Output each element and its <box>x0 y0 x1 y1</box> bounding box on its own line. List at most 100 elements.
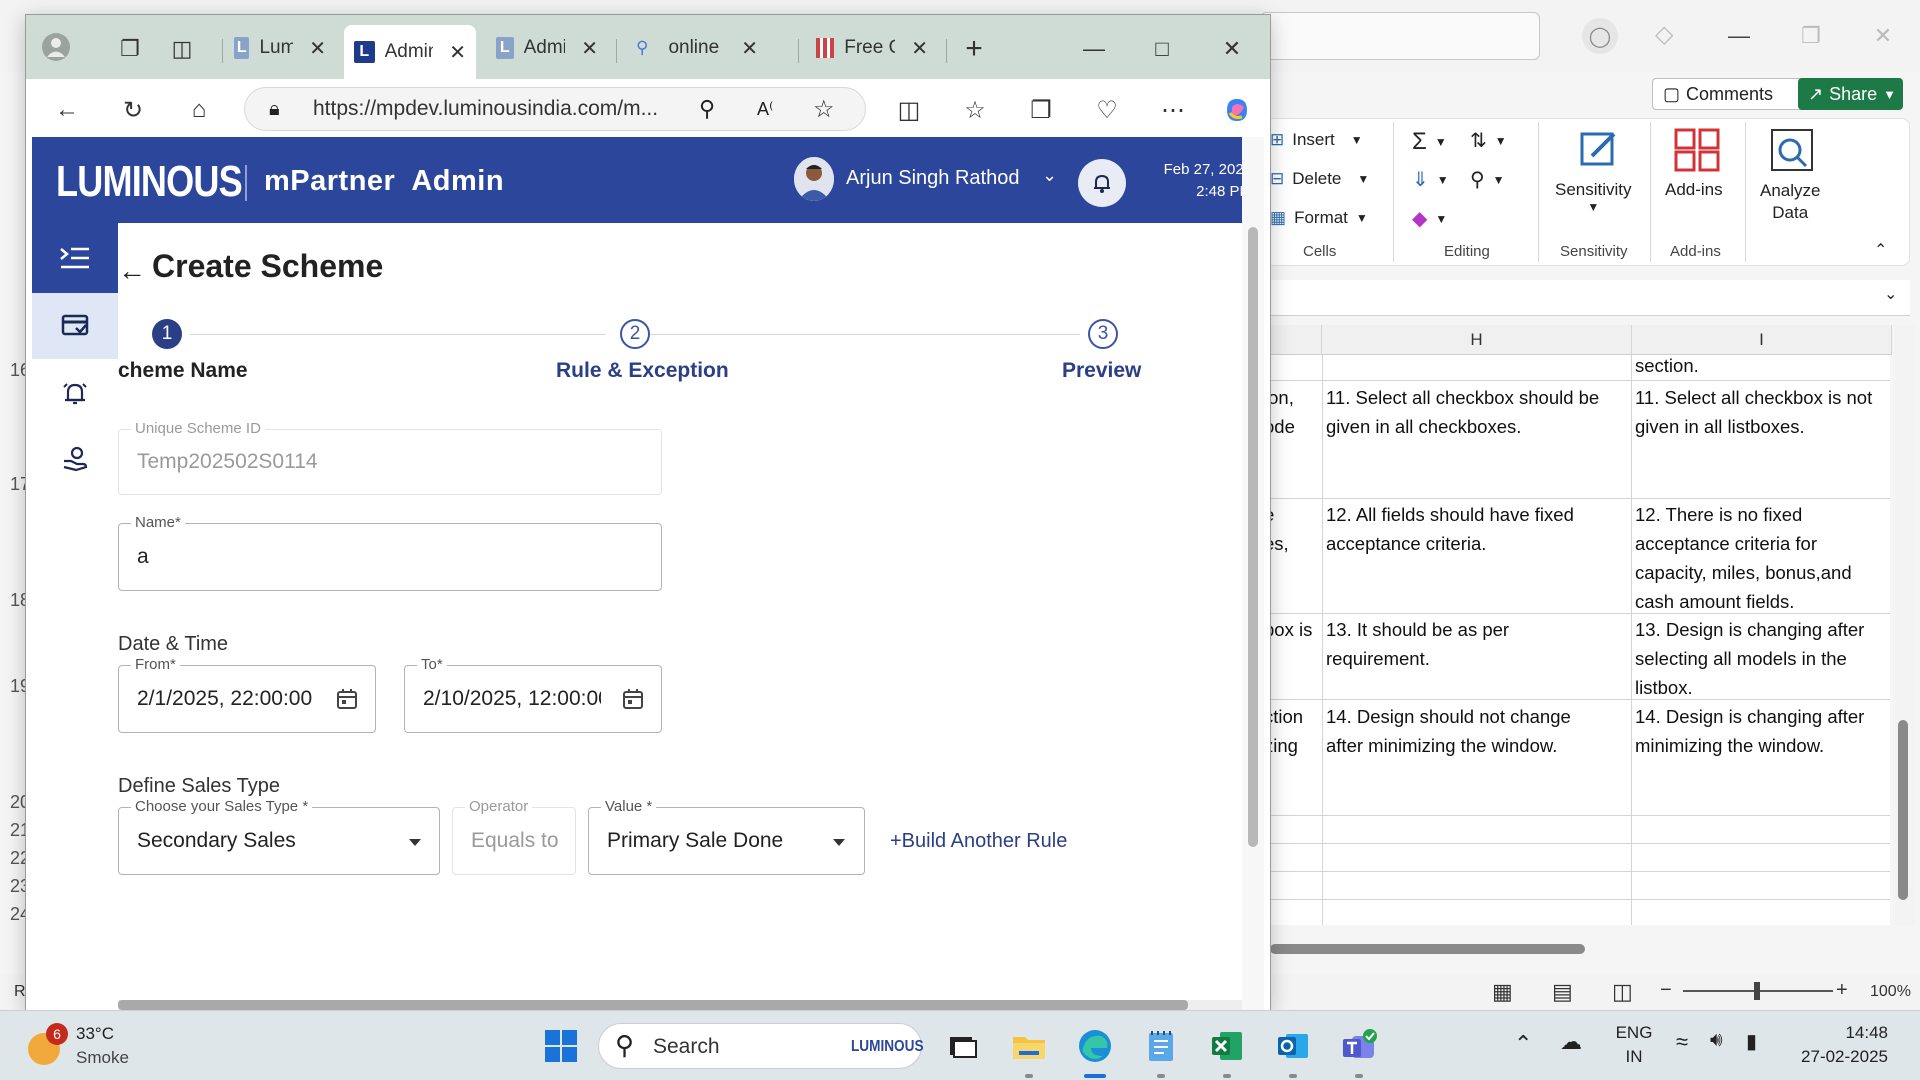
collapse-ribbon-icon[interactable]: ⌃ <box>1874 240 1887 260</box>
table-cell[interactable]: 11. Select all checkbox should be given … <box>1326 383 1628 441</box>
table-cell[interactable]: 14. Design is changing after minimizing … <box>1635 702 1890 760</box>
sidebar-item-payouts[interactable] <box>32 426 118 492</box>
weather-condition[interactable]: Smoke <box>76 1048 129 1068</box>
sensitivity-button[interactable]: Sensitivity ▼ <box>1555 180 1632 214</box>
clock-time[interactable]: 14:48 <box>1798 1023 1888 1043</box>
tab-lumin[interactable]: L Lumin ✕ <box>224 27 336 69</box>
home-icon[interactable]: ⌂ <box>182 93 216 127</box>
task-view-icon[interactable] <box>942 1025 984 1067</box>
account-icon[interactable]: ◯ <box>1582 18 1618 54</box>
analyze-data-button[interactable]: Analyze Data <box>1760 180 1820 224</box>
edge-browser-icon[interactable] <box>1074 1025 1116 1067</box>
taskbar-search-box[interactable]: ⚲ Search LUMINOUS <box>598 1023 924 1069</box>
value-selected[interactable]: Primary Sale Done <box>607 829 783 853</box>
close-tab-icon[interactable]: ✕ <box>741 36 758 61</box>
teams-icon[interactable] <box>1338 1025 1380 1067</box>
addins-button[interactable]: Add-ins <box>1665 180 1723 200</box>
favorites-icon[interactable]: ☆ <box>958 93 992 127</box>
start-button[interactable] <box>540 1025 582 1067</box>
lock-icon[interactable]: 🔒︎ <box>269 98 280 121</box>
format-cells-button[interactable]: ▦ Format ▼ <box>1270 208 1368 228</box>
copilot-icon[interactable] <box>1220 93 1254 127</box>
chevron-down-icon[interactable]: ⌄ <box>1042 165 1057 186</box>
table-cell[interactable]: 13. It should be as per requirement. <box>1326 615 1628 673</box>
page-break-icon[interactable]: ◫ <box>1612 979 1633 1005</box>
close-icon[interactable]: ✕ <box>1858 14 1908 58</box>
table-cell[interactable]: 14. Design should not change after minim… <box>1326 702 1628 760</box>
vertical-tabs-icon[interactable]: ◫ <box>166 33 198 65</box>
address-bar[interactable]: 🔒︎ https://mpdev.luminousindia.com/m... … <box>244 87 866 131</box>
calendar-icon[interactable] <box>621 687 645 711</box>
fill-button[interactable]: ⇓ ▼ <box>1412 167 1449 192</box>
notification-bell-button[interactable] <box>1078 159 1126 207</box>
close-tab-icon[interactable]: ✕ <box>911 36 928 61</box>
url-text[interactable]: https://mpdev.luminousindia.com/m... <box>313 97 658 121</box>
clear-button[interactable]: ◆ ▼ <box>1412 206 1447 231</box>
collections-icon[interactable]: ❐ <box>1024 93 1058 127</box>
refresh-icon[interactable]: ↻ <box>116 93 150 127</box>
column-header-h[interactable]: H <box>1322 325 1632 355</box>
excel-icon[interactable] <box>1206 1025 1248 1067</box>
zoom-out-icon[interactable]: − <box>1660 979 1672 1002</box>
comments-button[interactable]: ▢ Comments <box>1652 78 1812 110</box>
autosum-button[interactable]: Σ ▼ <box>1412 128 1447 156</box>
from-date-input[interactable]: 2/1/2025, 22:00:00 <box>137 687 315 711</box>
back-arrow-icon[interactable]: ← <box>118 255 146 287</box>
name-field[interactable]: Name* a <box>118 514 662 591</box>
dropdown-caret-icon[interactable] <box>409 839 421 846</box>
outlook-icon[interactable] <box>1272 1025 1314 1067</box>
favorite-star-icon[interactable]: ☆ <box>813 95 835 124</box>
close-tab-icon[interactable]: ✕ <box>449 40 466 65</box>
weather-temperature[interactable]: 33°C <box>76 1024 114 1044</box>
normal-view-icon[interactable]: ▦ <box>1492 979 1513 1005</box>
expand-formula-icon[interactable]: ⌄ <box>1884 284 1897 304</box>
name-input[interactable]: a <box>137 545 149 569</box>
menu-toggle-button[interactable] <box>32 223 118 293</box>
chevron-up-icon[interactable]: ⌃ <box>1514 1031 1532 1057</box>
table-cell[interactable]: 12. All fields should have fixed accepta… <box>1326 500 1628 558</box>
browser-essentials-icon[interactable]: ♡ <box>1090 93 1124 127</box>
sidebar-item-schemes[interactable] <box>32 293 118 359</box>
build-another-rule-button[interactable]: +Build Another Rule <box>890 830 1067 853</box>
premium-diamond-icon[interactable]: ◇ <box>1655 20 1673 49</box>
page-vertical-scroll-thumb[interactable] <box>1248 227 1258 847</box>
step-3-label[interactable]: Preview <box>1062 359 1141 383</box>
clock-date[interactable]: 27-02-2025 <box>1780 1047 1888 1067</box>
table-cell[interactable]: 12. There is no fixed acceptance criteri… <box>1635 500 1890 616</box>
vertical-scroll-thumb[interactable] <box>1898 720 1908 900</box>
tab-admin-active[interactable]: L Admin ✕ <box>344 25 476 79</box>
avatar[interactable] <box>794 157 834 201</box>
user-name[interactable]: Arjun Singh Rathod <box>846 167 1019 190</box>
insert-cells-button[interactable]: ⊞ Insert ▼ <box>1270 130 1363 150</box>
wifi-icon[interactable]: ≈ <box>1676 1029 1688 1055</box>
language-indicator[interactable]: ENG <box>1614 1023 1654 1043</box>
read-aloud-icon[interactable]: A⁽ <box>757 99 773 120</box>
notepad-icon[interactable] <box>1140 1025 1182 1067</box>
dropdown-caret-icon[interactable] <box>833 839 845 846</box>
tab-free-q[interactable]: Free Q ✕ <box>806 27 938 69</box>
share-button[interactable]: ↗ Share ▼ <box>1798 78 1903 110</box>
value-select[interactable]: Value * Primary Sale Done <box>588 798 865 875</box>
new-tab-icon[interactable]: + <box>958 32 990 65</box>
restore-icon[interactable]: ❐ <box>1786 14 1836 58</box>
page-layout-icon[interactable]: ▤ <box>1552 979 1573 1005</box>
from-date-field[interactable]: From* 2/1/2025, 22:00:00 <box>118 656 376 733</box>
table-cell[interactable]: 13. Design is changing after selecting a… <box>1635 615 1890 702</box>
close-window-icon[interactable]: ✕ <box>1216 33 1248 65</box>
to-date-field[interactable]: To* 2/10/2025, 12:00:00 <box>404 656 662 733</box>
back-icon[interactable]: ← <box>50 93 84 127</box>
tab-admin[interactable]: L Admin ✕ <box>486 27 608 69</box>
split-screen-icon[interactable]: ◫ <box>892 93 926 127</box>
table-cell[interactable]: 11. Select all checkbox is not given in … <box>1635 383 1890 441</box>
zoom-in-icon[interactable]: + <box>1836 979 1848 1002</box>
table-cell[interactable]: section. <box>1635 351 1890 380</box>
spreadsheet-grid[interactable]: H I ion, ode e es, t box is ction zing 1… <box>1260 325 1892 925</box>
zoom-level[interactable]: 100% <box>1870 983 1911 1001</box>
battery-icon[interactable]: ▮ <box>1746 1029 1757 1054</box>
zoom-slider-thumb[interactable] <box>1754 982 1760 1000</box>
excel-search-box[interactable] <box>1260 12 1540 60</box>
step-1-label[interactable]: Scheme Name <box>118 359 248 383</box>
workspaces-icon[interactable]: ❐ <box>114 33 146 65</box>
sales-type-value[interactable]: Secondary Sales <box>137 829 296 853</box>
more-menu-icon[interactable]: ⋯ <box>1156 93 1190 127</box>
